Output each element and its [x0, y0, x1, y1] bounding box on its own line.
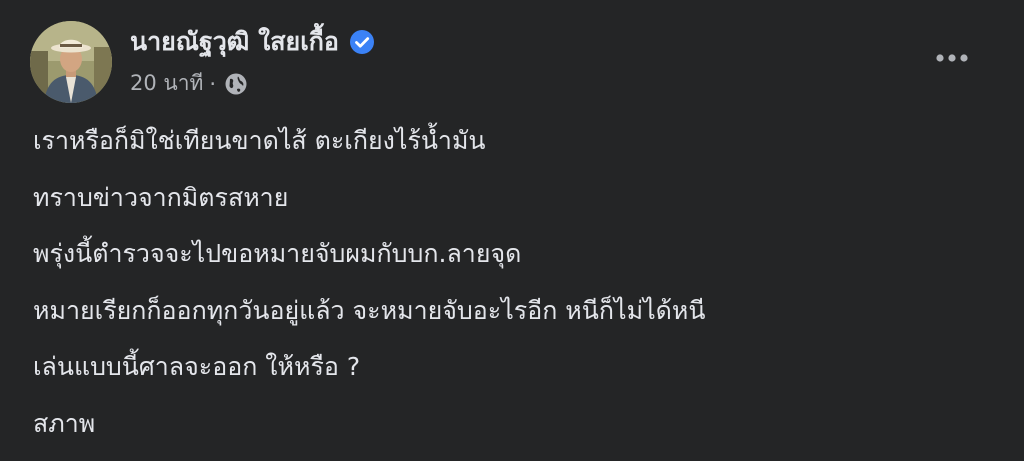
post-body: เราหรือก็มิใช่เทียนขาดไส้ ตะเกียงไร้น้ำม… — [33, 122, 993, 461]
facebook-post: นายณัฐวุฒิ ใสยเกื้อ 20 นาที · เราหรือก็ม… — [0, 0, 1024, 460]
post-text-line: พรุ่งนี้ตำรวจจะไปขอหมายจับผมกับบก.ลายจุด — [33, 239, 522, 268]
post-text-line: หมายเรียกก็ออกทุกวันอยู่แล้ว จะหมายจับอะ… — [33, 295, 706, 325]
post-text-line: เล่นแบบนี้ศาลจะออก ให้หรือ ? — [33, 352, 361, 381]
author-name[interactable]: นายณัฐวุฒิ ใสยเกื้อ — [130, 22, 339, 62]
avatar-image — [30, 21, 112, 103]
more-options-button[interactable] — [930, 42, 974, 74]
avatar[interactable] — [30, 21, 112, 103]
post-time[interactable]: 20 นาที — [130, 67, 203, 100]
post-text-line: สภาพ — [33, 408, 96, 438]
post-header: นายณัฐวุฒิ ใสยเกื้อ — [130, 22, 375, 62]
post-text-line: ทราบข่าวจากมิตรสหาย — [33, 182, 289, 212]
meta-separator: · — [209, 71, 217, 96]
globe-icon[interactable] — [224, 72, 248, 96]
more-options-icon — [936, 54, 968, 62]
post-meta: 20 นาที · — [130, 67, 248, 100]
post-text-line: เราหรือก็มิใช่เทียนขาดไส้ ตะเกียงไร้น้ำม… — [33, 126, 486, 155]
verified-badge-icon — [349, 29, 375, 55]
